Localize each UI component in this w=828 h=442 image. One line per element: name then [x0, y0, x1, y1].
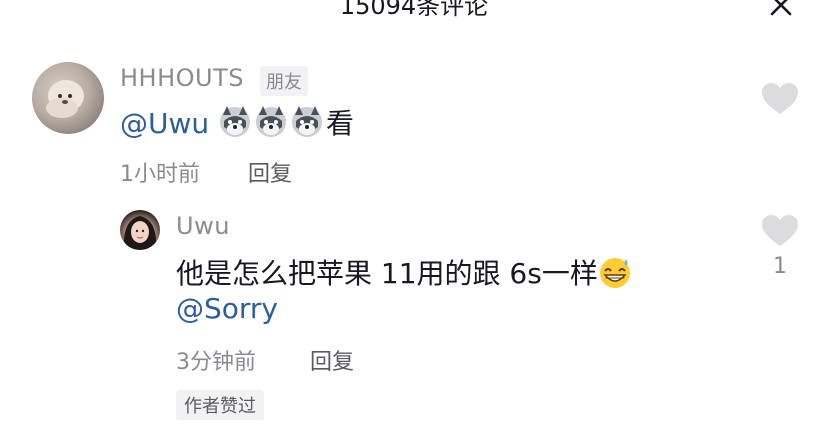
- comment-timestamp: 1小时前: [120, 162, 200, 187]
- comment-username[interactable]: Uwu: [176, 212, 230, 240]
- husky-emoji: [254, 105, 288, 139]
- mention-link[interactable]: @Sorry: [176, 292, 278, 325]
- husky-emoji: [290, 105, 324, 139]
- grin-sweat-emoji: [598, 255, 632, 289]
- close-icon[interactable]: [768, 0, 794, 18]
- friend-badge: 朋友: [260, 66, 308, 96]
- comments-count-title: 15094条评论: [339, 0, 489, 20]
- comment-body: 他是怎么把苹果 11用的跟 6s一样: [176, 257, 598, 290]
- comment-username[interactable]: HHHOUTS: [120, 64, 244, 92]
- like-count: 1: [773, 254, 787, 279]
- husky-emoji: [218, 105, 252, 139]
- reply-button[interactable]: 回复: [248, 156, 292, 188]
- heart-icon[interactable]: [761, 82, 799, 116]
- reply-button[interactable]: 回复: [310, 344, 354, 376]
- comment-text: 他是怎么把苹果 11用的跟 6s一样: [176, 252, 634, 292]
- mention-link[interactable]: @Uwu: [120, 107, 209, 140]
- avatar[interactable]: [120, 210, 160, 250]
- avatar[interactable]: [32, 62, 104, 134]
- comment-timestamp: 3分钟前: [176, 350, 256, 375]
- heart-icon[interactable]: [761, 214, 799, 248]
- comment-text-suffix: 看: [326, 107, 355, 140]
- comment-text: @Uwu 看: [120, 102, 354, 142]
- author-liked-badge: 作者赞过: [176, 390, 264, 420]
